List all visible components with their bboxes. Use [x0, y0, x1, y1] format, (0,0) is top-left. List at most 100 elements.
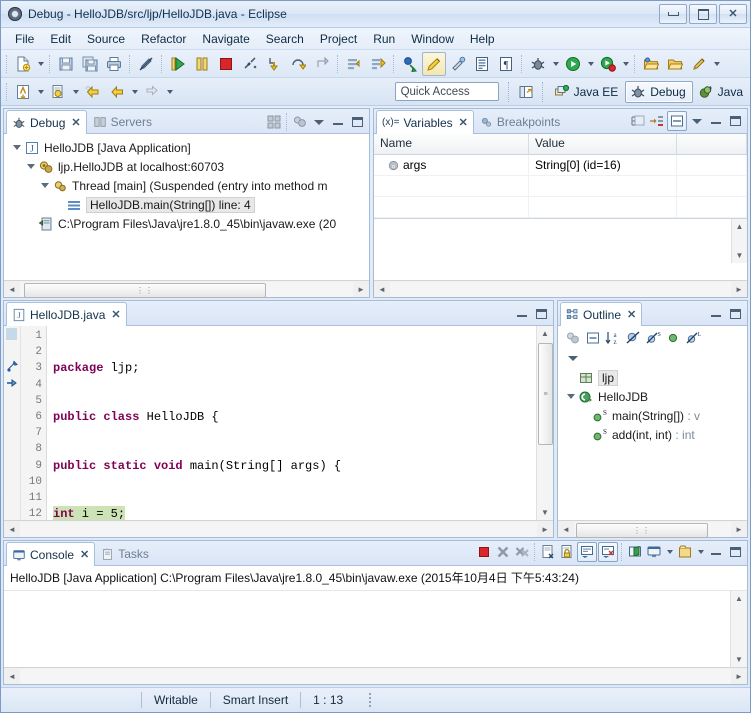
scroll-track[interactable]: ⋮⋮ — [574, 521, 731, 538]
scroll-track[interactable] — [390, 281, 731, 297]
console-horizontal-scrollbar[interactable]: ◄ ► — [4, 667, 747, 684]
menu-file[interactable]: File — [7, 30, 42, 48]
hide-fields-icon[interactable] — [624, 329, 642, 347]
scroll-track[interactable]: ≡ — [537, 341, 553, 505]
scroll-left-icon[interactable]: ◄ — [558, 522, 574, 537]
tab-debug-close-icon[interactable]: ✕ — [71, 116, 80, 129]
step-filters-icon[interactable] — [366, 52, 390, 76]
step-return-icon[interactable] — [310, 52, 334, 76]
outline-node-class[interactable]: HelloJDB — [562, 387, 747, 406]
scroll-right-icon[interactable]: ► — [731, 669, 747, 684]
whitespace-icon[interactable] — [470, 52, 494, 76]
minimize-icon[interactable] — [707, 543, 725, 561]
hide-non-public-icon[interactable] — [664, 329, 682, 347]
scroll-down-icon[interactable]: ▼ — [732, 248, 748, 263]
scroll-right-icon[interactable]: ► — [731, 282, 747, 297]
hide-static-icon[interactable]: S — [644, 329, 662, 347]
tab-console[interactable]: Console ✕ — [6, 542, 96, 566]
close-button[interactable]: ✕ — [719, 4, 747, 24]
search-icon[interactable] — [46, 80, 70, 104]
scroll-track[interactable] — [731, 606, 747, 652]
new-console-dropdown-icon[interactable] — [664, 541, 675, 563]
pin-console-icon[interactable] — [577, 542, 597, 562]
maximize-icon[interactable] — [726, 112, 744, 130]
layout-icon[interactable] — [667, 111, 687, 131]
focus-on-active-task-icon[interactable] — [564, 329, 582, 347]
annotation-ruler[interactable] — [4, 326, 21, 520]
open-folder-icon[interactable] — [639, 52, 663, 76]
menu-edit[interactable]: Edit — [42, 30, 79, 48]
debug-bug-icon[interactable] — [526, 52, 550, 76]
collapse-all-icon[interactable] — [584, 329, 602, 347]
coverage-dropdown-icon[interactable] — [620, 53, 631, 75]
hide-local-types-icon[interactable]: L — [684, 329, 702, 347]
sort-az-icon[interactable]: az — [604, 329, 622, 347]
debug-horizontal-scrollbar[interactable]: ◄ ⋮⋮ ► — [4, 280, 369, 298]
editor-horizontal-scrollbar[interactable]: ◄ ► — [4, 520, 553, 537]
console-output-area[interactable]: ▲ ▼ — [4, 591, 747, 667]
scroll-left-icon[interactable]: ◄ — [4, 282, 20, 297]
editor-text-area[interactable]: 1 2 3 4 5 6 7 8 9 10 11 12 13 — [4, 326, 553, 536]
minimize-icon[interactable] — [707, 305, 725, 323]
print-icon[interactable] — [102, 52, 126, 76]
scroll-thumb[interactable]: ⋮⋮ — [24, 282, 266, 298]
tab-editor-close-icon[interactable]: ✕ — [111, 308, 120, 321]
console-menu-icon[interactable] — [676, 543, 694, 561]
tab-outline[interactable]: Outline ✕ — [560, 302, 643, 326]
column-header-value[interactable]: Value — [529, 134, 677, 154]
scroll-lock-icon[interactable] — [558, 543, 576, 561]
scroll-down-icon[interactable]: ▼ — [537, 505, 553, 520]
minimize-icon[interactable] — [513, 305, 531, 323]
external-tools-icon[interactable] — [687, 52, 711, 76]
minimize-button[interactable] — [659, 4, 687, 24]
scroll-up-icon[interactable]: ▲ — [537, 326, 553, 341]
pencil-slash-icon[interactable] — [134, 52, 158, 76]
twisty-icon[interactable] — [24, 164, 38, 169]
tab-tasks[interactable]: Tasks — [95, 542, 155, 565]
debug-tree-node[interactable]: Thread [main] (Suspended (entry into met… — [8, 176, 369, 195]
menu-refactor[interactable]: Refactor — [133, 30, 194, 48]
show-logical-structure-icon[interactable] — [629, 112, 647, 130]
maximize-button[interactable] — [689, 4, 717, 24]
scroll-track[interactable] — [20, 668, 731, 684]
collapse-variables-icon[interactable] — [648, 112, 666, 130]
scroll-right-icon[interactable]: ► — [731, 522, 747, 537]
view-menu-icon[interactable] — [310, 113, 328, 131]
open-perspective-icon[interactable] — [515, 82, 537, 102]
tab-variables-close-icon[interactable]: ✕ — [459, 116, 468, 129]
step-into-icon[interactable] — [262, 52, 286, 76]
twisty-icon[interactable] — [38, 183, 52, 188]
new-file-dropdown-icon[interactable] — [35, 53, 46, 75]
open-type-dropdown-icon[interactable] — [35, 81, 46, 103]
remove-launch-icon[interactable] — [494, 543, 512, 561]
scroll-up-icon[interactable]: ▲ — [732, 219, 748, 234]
terminate-icon[interactable] — [214, 52, 238, 76]
next-annotation-icon[interactable] — [446, 52, 470, 76]
outline-node-method[interactable]: S main(String[]) : v — [562, 406, 747, 425]
folder-icon[interactable] — [663, 52, 687, 76]
console-menu-dropdown-icon[interactable] — [695, 541, 706, 563]
tab-debug[interactable]: Debug ✕ — [6, 110, 87, 134]
suspend-icon[interactable] — [190, 52, 214, 76]
tab-variables[interactable]: (x)= Variables ✕ — [376, 110, 474, 134]
collapse-all-icon[interactable] — [265, 113, 283, 131]
outline-node-method[interactable]: S add(int, int) : int — [562, 425, 747, 444]
thread-group-icon[interactable] — [291, 113, 309, 131]
minimize-icon[interactable] — [707, 112, 725, 130]
tab-outline-close-icon[interactable]: ✕ — [627, 308, 636, 321]
perspective-java[interactable]: Java — [693, 81, 750, 103]
status-resize-grip[interactable] — [369, 693, 372, 707]
pencil-yellow-icon[interactable] — [422, 51, 446, 76]
editor-vertical-scrollbar[interactable]: ▲ ≡ ▼ — [536, 326, 553, 520]
remove-all-launches-icon[interactable] — [513, 543, 531, 561]
minimize-icon[interactable] — [329, 113, 347, 131]
view-menu-icon[interactable] — [688, 112, 706, 130]
console-vertical-scrollbar[interactable]: ▲ ▼ — [730, 591, 747, 667]
variable-name-cell[interactable]: o args — [374, 155, 529, 175]
scroll-down-icon[interactable]: ▼ — [731, 652, 747, 667]
display-selected-console-icon[interactable] — [598, 542, 618, 562]
menu-run[interactable]: Run — [365, 30, 403, 48]
maximize-icon[interactable] — [532, 305, 550, 323]
pilcrow-icon[interactable]: ¶ — [494, 52, 518, 76]
scroll-thumb[interactable]: ⋮⋮ — [576, 522, 708, 538]
